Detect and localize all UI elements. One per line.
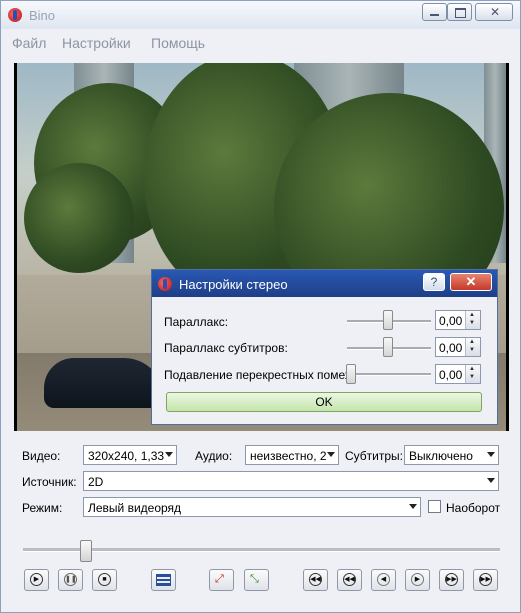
parallax-slider-handle[interactable] bbox=[383, 310, 393, 330]
video-car bbox=[44, 358, 164, 408]
swap-label: Наоборот bbox=[446, 501, 501, 515]
chevron-down-icon bbox=[327, 452, 335, 457]
parallax-label: Параллакс: bbox=[164, 315, 229, 329]
close-button[interactable]: ✕ bbox=[475, 3, 513, 21]
menu-help[interactable]: Помощь bbox=[151, 35, 205, 51]
crosstalk-label: Подавление перекрестных помех: bbox=[164, 368, 355, 382]
rewind-1min-button[interactable]: ◀◀ bbox=[337, 569, 362, 591]
forward-1min-button[interactable]: ▶▶ bbox=[439, 569, 464, 591]
app-icon bbox=[158, 277, 172, 291]
ok-button[interactable]: OK bbox=[166, 392, 482, 412]
chevron-down-icon bbox=[165, 452, 173, 457]
forward-10min-button[interactable]: ▶▶ bbox=[473, 569, 498, 591]
audio-select-value: неизвестно, 2 bbox=[250, 449, 326, 463]
playlist-button[interactable] bbox=[151, 569, 176, 591]
menu-bar: Файл Настройки Помощь bbox=[1, 29, 520, 55]
swap-checkbox[interactable] bbox=[428, 500, 441, 513]
help-icon: ? bbox=[430, 275, 438, 289]
rewind-10min-icon: ◀◀ bbox=[309, 573, 322, 586]
menu-file[interactable]: Файл bbox=[12, 35, 46, 51]
playlist-icon bbox=[156, 574, 171, 586]
rewind-10min-button[interactable]: ◀◀ bbox=[303, 569, 328, 591]
seek-slider-track[interactable] bbox=[23, 548, 500, 552]
app-icon bbox=[8, 8, 22, 22]
dialog-title: Настройки стерео bbox=[179, 277, 288, 292]
pause-icon: ❚❚ bbox=[64, 573, 77, 586]
subtitle-parallax-spin-buttons[interactable]: ▲ ▼ bbox=[465, 338, 480, 356]
chevron-down-icon bbox=[487, 452, 495, 457]
video-tree bbox=[24, 163, 134, 273]
mode-select-value: Левый видеоряд bbox=[88, 501, 182, 515]
subtitle-parallax-label: Параллакс субтитров: bbox=[164, 341, 288, 355]
help-button[interactable]: ? bbox=[423, 273, 445, 291]
chevron-down-icon bbox=[409, 504, 417, 509]
forward-1min-icon: ▶▶ bbox=[445, 573, 458, 586]
rewind-1min-icon: ◀◀ bbox=[343, 573, 356, 586]
crosstalk-slider-handle[interactable] bbox=[346, 364, 356, 384]
audio-select[interactable]: неизвестно, 2 bbox=[245, 445, 339, 465]
subtitles-select[interactable]: Выключено bbox=[404, 445, 499, 465]
rewind-10s-icon: ◀ bbox=[377, 573, 390, 586]
close-icon: ✕ bbox=[465, 274, 477, 289]
crosstalk-spin-buttons[interactable]: ▲ ▼ bbox=[465, 365, 480, 383]
fullscreen-button[interactable]: ⤢ bbox=[209, 569, 234, 591]
maximize-icon bbox=[455, 8, 466, 18]
pause-button[interactable]: ❚❚ bbox=[58, 569, 83, 591]
window-title: Bino bbox=[29, 8, 56, 23]
chevron-down-icon bbox=[487, 478, 495, 483]
subtitles-label: Субтитры: bbox=[345, 449, 404, 463]
center-icon: ⤡ bbox=[250, 573, 259, 585]
source-select-value: 2D bbox=[88, 475, 104, 489]
close-icon: ✕ bbox=[490, 5, 501, 19]
parallax-spin-buttons[interactable]: ▲ ▼ bbox=[465, 311, 480, 329]
minimize-button[interactable] bbox=[422, 3, 447, 21]
dialog-title-bar: Настройки стерео ? ✕ bbox=[152, 270, 497, 297]
stop-button[interactable]: ■ bbox=[92, 569, 117, 591]
crosstalk-spinbox[interactable]: 0,00 ▲ ▼ bbox=[435, 364, 481, 384]
title-bar: Bino ✕ bbox=[1, 1, 520, 29]
main-window: Bino ✕ Файл Настройки Помощь Настройки с… bbox=[0, 0, 521, 613]
seek-slider-handle[interactable] bbox=[80, 540, 92, 562]
center-button[interactable]: ⤡ bbox=[244, 569, 269, 591]
minimize-icon bbox=[430, 14, 439, 16]
rewind-10s-button[interactable]: ◀ bbox=[371, 569, 396, 591]
mode-label: Режим: bbox=[22, 501, 63, 515]
stop-icon: ■ bbox=[98, 573, 111, 586]
video-label: Видео: bbox=[22, 449, 61, 463]
menu-settings[interactable]: Настройки bbox=[62, 35, 131, 51]
maximize-button[interactable] bbox=[447, 3, 472, 21]
subtitles-select-value: Выключено bbox=[409, 449, 473, 463]
play-icon: ▶ bbox=[30, 573, 43, 586]
parallax-spinbox[interactable]: 0,00 ▲ ▼ bbox=[435, 310, 481, 330]
dialog-close-button[interactable]: ✕ bbox=[450, 273, 492, 291]
video-select-value: 320x240, 1,33: bbox=[88, 449, 164, 463]
fullscreen-icon: ⤢ bbox=[215, 573, 224, 585]
play-button[interactable]: ▶ bbox=[24, 569, 49, 591]
subtitle-parallax-slider-handle[interactable] bbox=[383, 337, 393, 357]
stereo-settings-dialog: Настройки стерео ? ✕ Параллакс: 0,00 ▲ ▼ … bbox=[151, 269, 498, 425]
forward-10s-button[interactable]: ▶ bbox=[405, 569, 430, 591]
forward-10s-icon: ▶ bbox=[411, 573, 424, 586]
mode-select[interactable]: Левый видеоряд bbox=[83, 497, 421, 517]
audio-label: Аудио: bbox=[195, 449, 233, 463]
forward-10min-icon: ▶▶ bbox=[479, 573, 492, 586]
crosstalk-slider-track[interactable] bbox=[347, 373, 431, 376]
subtitle-parallax-value: 0,00 bbox=[439, 341, 463, 355]
source-label: Источник: bbox=[22, 475, 77, 489]
video-select[interactable]: 320x240, 1,33: bbox=[83, 445, 177, 465]
source-select[interactable]: 2D bbox=[83, 471, 499, 491]
subtitle-parallax-spinbox[interactable]: 0,00 ▲ ▼ bbox=[435, 337, 481, 357]
crosstalk-value: 0,00 bbox=[439, 368, 463, 382]
parallax-value: 0,00 bbox=[439, 314, 463, 328]
